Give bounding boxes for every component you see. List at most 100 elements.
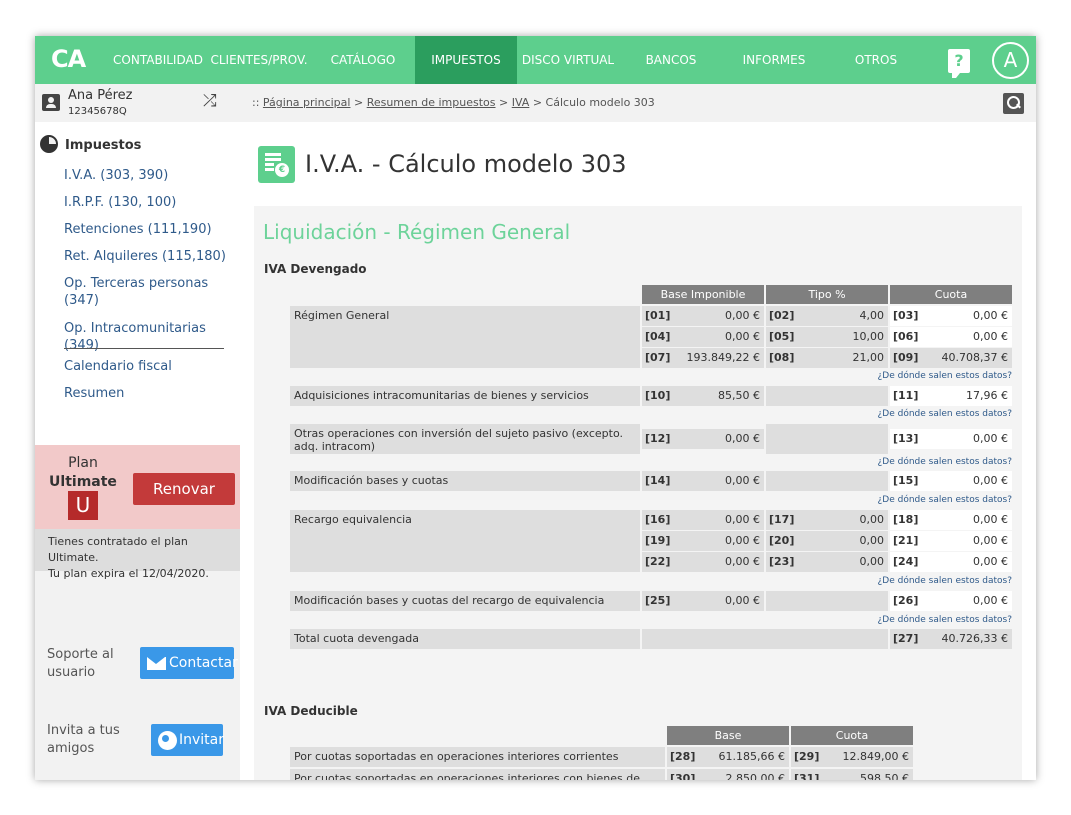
pie-chart-icon bbox=[40, 135, 58, 153]
data-source-link[interactable]: ¿De dónde salen estos datos? bbox=[872, 409, 1013, 419]
cell-02: [02] 4,00 bbox=[766, 306, 888, 326]
search-icon[interactable] bbox=[1003, 93, 1024, 114]
sidebar-item-resumen[interactable]: Resumen bbox=[64, 385, 236, 402]
sidebar: Ana Pérez 12345678Q ⤮ Impuestos I.V.A. (… bbox=[35, 84, 240, 780]
row-label-cell: Recargo equivalencia bbox=[290, 510, 640, 572]
cell-25: [25] 0,00 € bbox=[642, 591, 764, 611]
col-header-tipo: Tipo % bbox=[766, 285, 888, 304]
invite-button[interactable]: Invitar bbox=[151, 724, 224, 756]
cell-05: [05] 10,00 bbox=[766, 327, 888, 347]
renew-button[interactable]: Renovar bbox=[133, 473, 235, 505]
user-box: Ana Pérez 12345678Q ⤮ bbox=[35, 84, 240, 122]
nav-catalogo[interactable]: CATÁLOGO bbox=[317, 36, 409, 84]
plan-badge-icon: U bbox=[68, 491, 98, 520]
cell-20: [20] 0,00 bbox=[766, 531, 888, 551]
cell-21: [21] 0,00 € bbox=[890, 531, 1012, 551]
plan-box: Plan Ultimate U Renovar bbox=[35, 445, 240, 529]
cell-empty bbox=[766, 424, 888, 454]
envelope-icon bbox=[147, 657, 166, 670]
cell-24: [24] 0,00 € bbox=[890, 552, 1012, 572]
section-subtitle: Liquidación - Régimen General bbox=[263, 220, 571, 244]
breadcrumb-bar: :: Página principal > Resumen de impuest… bbox=[240, 84, 1036, 122]
iva-deducible-title: IVA Deducible bbox=[264, 704, 358, 718]
cell-18: [18] 0,00 € bbox=[890, 510, 1012, 530]
cell-empty bbox=[642, 629, 888, 649]
sidebar-item-ret-alquileres[interactable]: Ret. Alquileres (115,180) bbox=[64, 248, 236, 265]
cell-15: [15] 0,00 € bbox=[890, 471, 1012, 491]
cell-28: [28] 61.185,66 € bbox=[667, 747, 789, 767]
cell-01: [01] 0,00 € bbox=[642, 306, 764, 326]
row-label-cell: Adquisiciones intracomunitarias de biene… bbox=[290, 386, 640, 406]
sidebar-divider bbox=[64, 348, 224, 349]
nav-bancos[interactable]: BANCOS bbox=[625, 36, 717, 84]
data-source-link[interactable]: ¿De dónde salen estos datos? bbox=[872, 371, 1013, 381]
plan-label: Plan bbox=[68, 455, 98, 471]
crumb-current: Cálculo modelo 303 bbox=[545, 96, 655, 109]
cell-10: [10] 85,50 € bbox=[642, 386, 764, 406]
user-card-icon bbox=[42, 94, 60, 111]
row-label-cell: Modificación bases y cuotas del recargo … bbox=[290, 591, 640, 611]
cell-08: [08] 21,00 bbox=[766, 348, 888, 368]
app-logo[interactable]: CA bbox=[51, 45, 86, 73]
cell-30: [30] 2.850,00 € bbox=[667, 769, 789, 780]
avatar[interactable]: A bbox=[992, 42, 1029, 79]
crumb-iva[interactable]: IVA bbox=[512, 96, 530, 109]
cell-27: [27] 40.726,33 € bbox=[890, 629, 1012, 649]
cell-09: [09] 40.708,37 € bbox=[890, 348, 1012, 368]
col-header-cuota: Cuota bbox=[791, 726, 913, 745]
user-name: Ana Pérez bbox=[68, 88, 133, 103]
cell-empty bbox=[766, 471, 888, 491]
app-window: CA CONTABILIDAD CLIENTES/PROV. CATÁLOGO … bbox=[35, 36, 1036, 780]
data-source-link[interactable]: ¿De dónde salen estos datos? bbox=[872, 576, 1013, 586]
liquidacion-panel: Liquidación - Régimen General IVA Deveng… bbox=[254, 206, 1022, 780]
cell-06: [06] 0,00 € bbox=[890, 327, 1012, 347]
sidebar-item-calendario[interactable]: Calendario fiscal bbox=[64, 358, 236, 375]
data-source-link[interactable]: ¿De dónde salen estos datos? bbox=[872, 457, 1013, 467]
plan-note-line1: Tienes contratado el plan Ultimate. bbox=[48, 535, 188, 564]
page-title: I.V.A. - Cálculo modelo 303 bbox=[305, 150, 627, 178]
cell-empty bbox=[766, 386, 888, 406]
nav-clientes[interactable]: CLIENTES/PROV. bbox=[209, 36, 309, 84]
help-icon[interactable]: ? bbox=[948, 49, 970, 78]
sidebar-item-iva[interactable]: I.V.A. (303, 390) bbox=[64, 167, 236, 184]
cell-14: [14] 0,00 € bbox=[642, 471, 764, 491]
cell-17: [17] 0,00 bbox=[766, 510, 888, 530]
nav-informes[interactable]: INFORMES bbox=[727, 36, 821, 84]
nav-impuestos[interactable]: IMPUESTOS bbox=[415, 36, 517, 84]
crumb-home[interactable]: Página principal bbox=[263, 96, 351, 109]
plan-note-line2: Tu plan expira el 12/04/2020. bbox=[48, 567, 209, 580]
cell-04: [04] 0,00 € bbox=[642, 327, 764, 347]
nav-otros[interactable]: OTROS bbox=[831, 36, 921, 84]
col-header-cuota: Cuota bbox=[890, 285, 1012, 304]
data-source-link[interactable]: ¿De dónde salen estos datos? bbox=[872, 615, 1013, 625]
breadcrumb: :: Página principal > Resumen de impuest… bbox=[252, 96, 655, 109]
tax-document-icon: € bbox=[258, 146, 295, 183]
crumb-resumen[interactable]: Resumen de impuestos bbox=[367, 96, 496, 109]
data-source-link[interactable]: ¿De dónde salen estos datos? bbox=[872, 495, 1013, 505]
top-navbar: CA CONTABILIDAD CLIENTES/PROV. CATÁLOGO … bbox=[35, 36, 1036, 84]
sidebar-item-op-terceras[interactable]: Op. Terceras personas (347) bbox=[64, 275, 214, 309]
sidebar-item-irpf[interactable]: I.R.P.F. (130, 100) bbox=[64, 194, 236, 211]
main-content: :: Página principal > Resumen de impuest… bbox=[240, 84, 1036, 780]
contact-button[interactable]: Contactar bbox=[140, 647, 238, 679]
iva-devengado-title: IVA Devengado bbox=[264, 262, 367, 276]
nav-disco-virtual[interactable]: DISCO VIRTUAL bbox=[517, 36, 619, 84]
switch-company-icon[interactable]: ⤮ bbox=[203, 91, 217, 111]
sidebar-section-title: Impuestos bbox=[40, 135, 141, 153]
col-header-base: Base bbox=[667, 726, 789, 745]
cell-03: [03] 0,00 € bbox=[890, 306, 1012, 326]
row-label-cell: Régimen General bbox=[290, 306, 640, 368]
nav-contabilidad[interactable]: CONTABILIDAD bbox=[111, 36, 205, 84]
cell-13: [13] 0,00 € bbox=[890, 429, 1012, 449]
sidebar-item-retenciones[interactable]: Retenciones (111,190) bbox=[64, 221, 236, 238]
row-label-cell: Por cuotas soportadas en operaciones int… bbox=[290, 769, 665, 780]
plan-name: Ultimate bbox=[49, 474, 117, 490]
cell-16: [16] 0,00 € bbox=[642, 510, 764, 530]
row-label-cell: Otras operaciones con inversión del suje… bbox=[290, 424, 640, 454]
row-label-cell: Por cuotas soportadas en operaciones int… bbox=[290, 747, 665, 767]
support-label: Soporte al usuario bbox=[47, 647, 114, 680]
sidebar-menu: Impuestos I.V.A. (303, 390) I.R.P.F. (13… bbox=[35, 122, 240, 445]
col-header-base: Base Imponible bbox=[642, 285, 764, 304]
row-label-cell: Modificación bases y cuotas bbox=[290, 471, 640, 491]
cell-22: [22] 0,00 € bbox=[642, 552, 764, 572]
